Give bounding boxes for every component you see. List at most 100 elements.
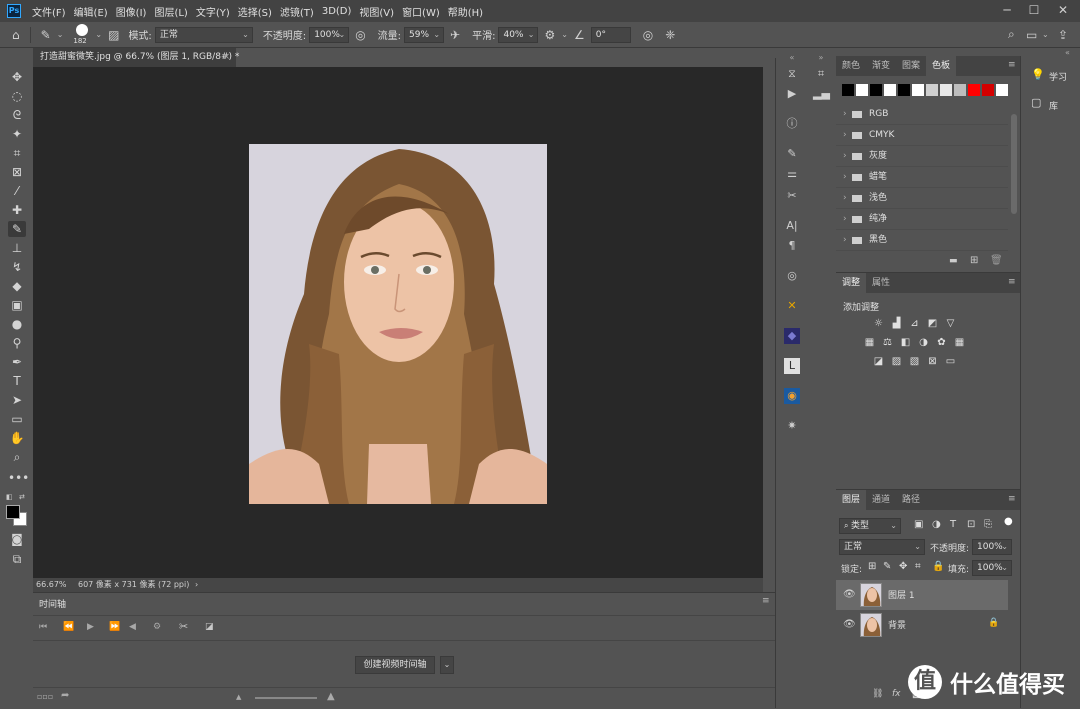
marquee-tool-icon[interactable]: ◌ xyxy=(8,88,26,104)
lock-pixels-icon[interactable]: ✎ xyxy=(883,561,891,572)
frame-mode-icon[interactable]: ▫▫▫ xyxy=(37,692,53,701)
trash-icon[interactable]: 🗑 xyxy=(990,255,1003,266)
menu-image[interactable]: 图像(I) xyxy=(112,4,151,19)
new-swatch-icon[interactable]: ⊞ xyxy=(970,255,978,266)
new-group-icon[interactable]: ▬ xyxy=(949,256,958,266)
magic-wand-tool-icon[interactable]: ✦ xyxy=(8,126,26,142)
library-panel[interactable]: 库 xyxy=(1049,99,1058,112)
color-swatch[interactable] xyxy=(856,84,868,96)
eyedropper-tool-icon[interactable]: ⁄ xyxy=(8,183,26,199)
info-icon[interactable]: ⓘ xyxy=(784,116,800,132)
paragraph-icon[interactable]: ¶ xyxy=(784,238,800,254)
share-icon[interactable]: ⇪ xyxy=(1058,28,1068,42)
color-swatch[interactable] xyxy=(898,84,910,96)
path-selection-tool-icon[interactable]: ➤ xyxy=(8,392,26,408)
fx-icon[interactable]: fx xyxy=(892,689,901,699)
chevron-down-icon[interactable]: ⌄ xyxy=(440,656,454,674)
quick-mask-icon[interactable]: ◙ xyxy=(8,531,26,547)
tab-paths[interactable]: 路径 xyxy=(896,490,926,510)
photo-filter-icon[interactable]: ◑ xyxy=(917,337,930,349)
search-icon[interactable]: ⌕ xyxy=(1008,27,1015,42)
color-swatch[interactable] xyxy=(996,84,1008,96)
filter-smart-object-icon[interactable]: ⎘ xyxy=(984,519,992,530)
gear-icon[interactable]: ⚙ xyxy=(544,28,555,42)
airbrush-icon[interactable]: ✈ xyxy=(450,28,460,42)
chevron-down-icon[interactable]: ⌄ xyxy=(57,30,64,39)
play-icon[interactable]: ▶ xyxy=(87,622,94,632)
menu-window[interactable]: 窗口(W) xyxy=(398,4,444,19)
screen-mode-icon[interactable]: ⧉ xyxy=(8,551,26,567)
selective-color-icon[interactable]: ⊠ xyxy=(926,356,939,368)
color-swatch[interactable] xyxy=(926,84,938,96)
history-icon[interactable]: ⧖ xyxy=(784,66,800,82)
filter-adjustment-icon[interactable]: ◑ xyxy=(932,519,941,530)
chevron-down-icon[interactable]: ⌄ xyxy=(561,30,568,39)
home-icon[interactable]: ⌂ xyxy=(12,28,20,42)
actions-play-icon[interactable]: ▶ xyxy=(784,86,800,102)
zoom-tool-icon[interactable]: ⌕ xyxy=(8,449,26,465)
brush-tool-icon[interactable]: ✎ xyxy=(8,221,26,237)
angle-field[interactable]: 0° xyxy=(590,26,631,43)
color-swatch[interactable] xyxy=(884,84,896,96)
camera-icon[interactable]: ◉ xyxy=(784,388,800,404)
adjust-sliders-icon[interactable]: ⚌ xyxy=(784,166,800,182)
smoothing-field[interactable]: 40% ⌄ xyxy=(498,26,539,43)
close-button[interactable]: ✕ xyxy=(1050,0,1076,22)
folder-rgb[interactable]: › RGB xyxy=(836,104,1008,125)
symmetry-icon[interactable]: ❈ xyxy=(665,28,675,42)
link-layers-icon[interactable]: ⛓ xyxy=(872,689,883,699)
exposure-icon[interactable]: ◩ xyxy=(926,318,939,330)
panel-menu-icon[interactable]: ≡ xyxy=(762,596,770,606)
document-image[interactable] xyxy=(249,144,547,504)
lock-position-icon[interactable]: ✥ xyxy=(899,561,907,572)
folder-dark[interactable]: › 黑色 xyxy=(836,230,1008,251)
eraser-tool-icon[interactable]: ◆ xyxy=(8,278,26,294)
layer-comps-icon[interactable]: L xyxy=(784,358,800,374)
color-balance-icon[interactable]: ⚖ xyxy=(881,337,894,349)
close-icon[interactable]: × xyxy=(222,48,230,67)
gradient-tool-icon[interactable]: ▣ xyxy=(8,297,26,313)
layer-row-background[interactable]: 👁 背景 🔒 xyxy=(836,610,1008,640)
settings-icon[interactable]: ⚙ xyxy=(153,622,161,632)
folder-pure[interactable]: › 纯净 xyxy=(836,209,1008,230)
menu-view[interactable]: 视图(V) xyxy=(355,4,398,19)
document-tab[interactable]: 打造甜蜜微笑.jpg @ 66.7% (图层 1, RGB/8#) * × xyxy=(33,48,239,67)
curves-icon[interactable]: ⊿ xyxy=(908,318,921,330)
color-swatch[interactable] xyxy=(954,84,966,96)
default-colors-icon[interactable]: ◧ xyxy=(6,493,14,501)
folder-light[interactable]: › 浅色 xyxy=(836,188,1008,209)
zoom-out-icon[interactable]: ▲ xyxy=(236,693,241,701)
menu-type[interactable]: 文字(Y) xyxy=(192,4,234,19)
stamp-tool-icon[interactable]: ⊥ xyxy=(8,240,26,256)
pressure-size-icon[interactable]: ◎ xyxy=(643,28,653,42)
filter-shape-icon[interactable]: ⊡ xyxy=(967,519,975,530)
opacity-field[interactable]: 100% ⌄ xyxy=(309,26,350,43)
lasso-tool-icon[interactable]: ᘓ xyxy=(8,107,26,123)
plugin-icon[interactable]: ◆ xyxy=(784,328,800,344)
mode-select[interactable]: 正常 ⌄ xyxy=(154,26,253,43)
zoom-level[interactable]: 66.67% xyxy=(36,578,67,592)
tab-layers[interactable]: 图层 xyxy=(836,490,867,510)
tab-pattern[interactable]: 图案 xyxy=(896,56,926,76)
foreground-color-swatch[interactable] xyxy=(6,505,20,519)
first-frame-icon[interactable]: ⏮ xyxy=(39,622,47,632)
collapse-icon[interactable]: « xyxy=(1065,48,1070,57)
scrollbar[interactable] xyxy=(1011,114,1017,214)
color-swatch[interactable] xyxy=(968,84,980,96)
color-swatch[interactable] xyxy=(982,84,994,96)
create-video-timeline-button[interactable]: 创建视频时间轴 xyxy=(355,656,435,674)
next-frame-icon[interactable]: ⏩ xyxy=(109,622,120,632)
panel-menu-icon[interactable]: ≡ xyxy=(1008,277,1016,287)
transition-icon[interactable]: ◪ xyxy=(205,622,214,632)
timeline-zoom-slider[interactable] xyxy=(255,697,317,699)
maximize-button[interactable]: ☐ xyxy=(1021,0,1047,22)
hand-tool-icon[interactable]: ✋ xyxy=(8,430,26,446)
brush-preset-picker[interactable]: 182 xyxy=(71,23,95,47)
layer-row-layer1[interactable]: 👁 图层 1 xyxy=(836,580,1008,610)
brightness-icon[interactable]: ☼ xyxy=(872,318,885,330)
dodge-tool-icon[interactable]: ⚲ xyxy=(8,335,26,351)
collapse-icon[interactable]: « xyxy=(784,50,800,66)
eye-icon[interactable]: 👁 xyxy=(843,619,856,630)
menu-select[interactable]: 选择(S) xyxy=(234,4,276,19)
layer-filter-select[interactable]: ⌕ 类型 ⌄ xyxy=(839,518,901,534)
